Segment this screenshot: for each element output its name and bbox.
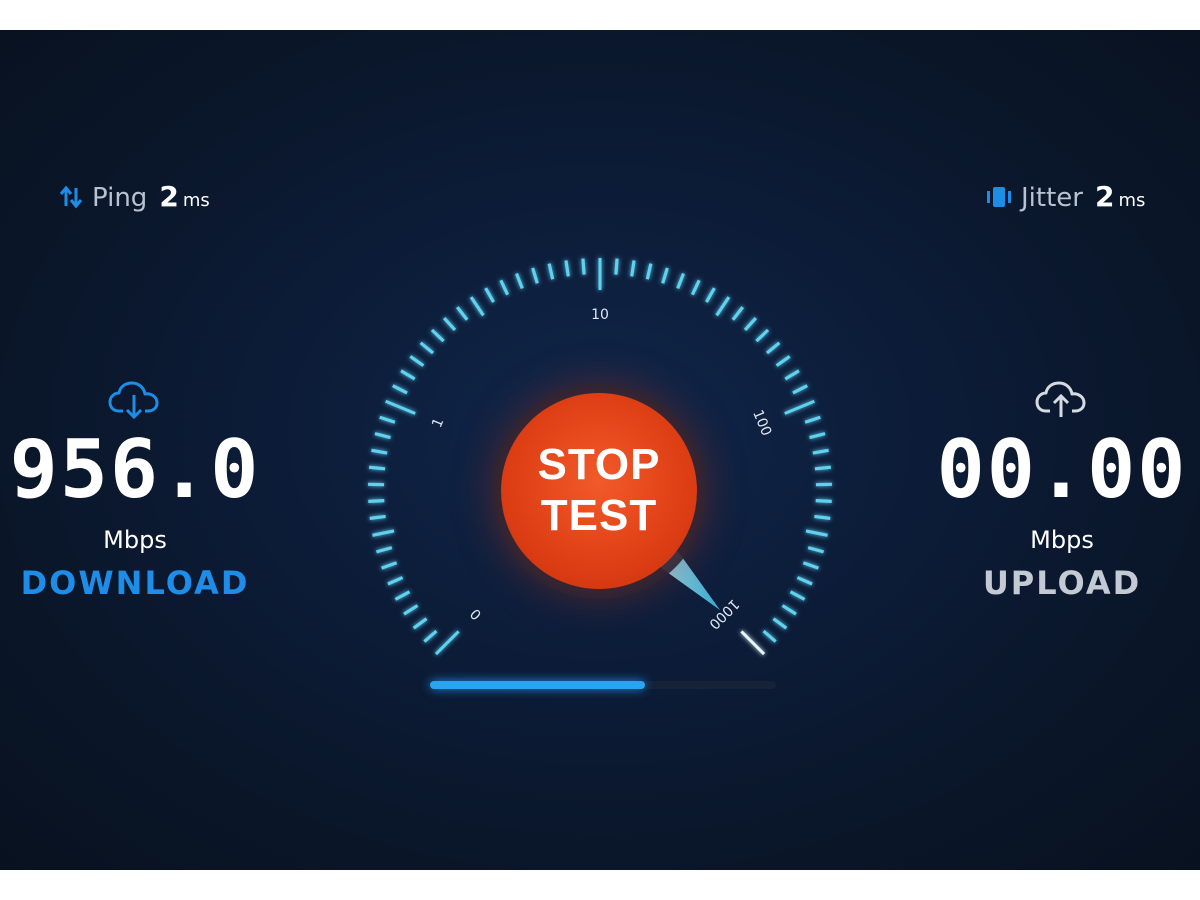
- gauge-minor-tick: [645, 263, 653, 280]
- gauge-minor-tick: [743, 317, 757, 332]
- gauge-minor-tick: [372, 529, 395, 537]
- gauge-minor-tick: [815, 499, 832, 503]
- gauge-minor-tick: [807, 546, 825, 554]
- test-progress-bar: [430, 681, 776, 689]
- stop-test-line1: STOP: [537, 440, 661, 490]
- gauge-scale-label: 1: [429, 416, 447, 430]
- gauge-minor-tick: [796, 576, 813, 586]
- gauge-major-tick: [434, 630, 460, 656]
- gauge-minor-tick: [368, 499, 385, 503]
- gauge-minor-tick: [423, 629, 438, 643]
- gauge-minor-tick: [531, 267, 539, 284]
- gauge-minor-tick: [781, 604, 797, 616]
- gauge-major-tick: [385, 399, 416, 415]
- gauge-minor-tick: [369, 514, 386, 520]
- gauge-minor-tick: [676, 272, 685, 290]
- gauge-major-tick: [740, 630, 766, 656]
- gauge-minor-tick: [802, 561, 819, 570]
- gauge-minor-tick: [731, 306, 744, 321]
- gauge-minor-tick: [499, 279, 510, 296]
- gauge-minor-tick: [564, 260, 570, 277]
- gauge-minor-tick: [784, 369, 800, 381]
- gauge-minor-tick: [409, 355, 425, 367]
- gauge-minor-tick: [419, 341, 435, 355]
- test-progress-fill: [430, 681, 645, 689]
- gauge-minor-tick: [765, 341, 781, 355]
- stop-test-button[interactable]: STOP TEST: [501, 393, 697, 589]
- gauge-minor-tick: [690, 279, 701, 296]
- gauge-minor-tick: [792, 384, 808, 395]
- gauge-minor-tick: [789, 590, 806, 601]
- gauge-minor-tick: [581, 258, 586, 275]
- gauge-needle: [660, 550, 721, 611]
- gauge-minor-tick: [387, 576, 404, 586]
- gauge-minor-tick: [805, 529, 828, 537]
- gauge-minor-tick: [715, 296, 731, 317]
- gauge-minor-tick: [614, 258, 619, 275]
- gauge-minor-tick: [772, 617, 788, 630]
- gauge-major-tick: [784, 399, 815, 415]
- speedtest-screen: Ping 2 ms Jitter 2 ms 956.0 Mbps DOWNLOA…: [0, 30, 1200, 870]
- gauge-minor-tick: [456, 306, 469, 321]
- gauge-minor-tick: [443, 317, 457, 332]
- gauge-minor-tick: [705, 287, 716, 303]
- gauge-minor-tick: [430, 328, 445, 343]
- gauge-minor-tick: [412, 617, 428, 630]
- gauge-minor-tick: [392, 384, 408, 395]
- gauge-minor-tick: [515, 272, 524, 290]
- gauge-minor-tick: [804, 415, 821, 424]
- stop-test-line2: TEST: [540, 491, 658, 540]
- gauge-scale-label: 10: [591, 307, 609, 323]
- gauge-minor-tick: [403, 604, 419, 616]
- gauge-minor-tick: [812, 448, 829, 455]
- gauge-minor-tick: [469, 296, 485, 317]
- gauge-minor-tick: [400, 369, 416, 381]
- gauge-minor-tick: [762, 629, 777, 643]
- gauge-scale-label: 0: [467, 605, 485, 623]
- gauge-minor-tick: [630, 260, 636, 277]
- gauge-minor-tick: [814, 465, 832, 471]
- gauge-minor-tick: [484, 287, 495, 303]
- gauge-minor-tick: [755, 328, 770, 343]
- gauge-minor-tick: [374, 432, 391, 440]
- gauge-minor-tick: [371, 448, 388, 455]
- gauge-minor-tick: [547, 263, 555, 280]
- gauge-scale-label: 100: [749, 408, 774, 439]
- gauge-minor-tick: [381, 561, 398, 570]
- gauge-minor-tick: [368, 465, 386, 471]
- gauge-minor-tick: [375, 546, 393, 554]
- gauge-minor-tick: [809, 432, 826, 440]
- gauge-minor-tick: [379, 415, 396, 424]
- gauge-minor-tick: [775, 355, 791, 367]
- gauge-minor-tick: [394, 590, 411, 601]
- gauge-minor-tick: [814, 514, 831, 520]
- gauge-minor-tick: [661, 267, 669, 284]
